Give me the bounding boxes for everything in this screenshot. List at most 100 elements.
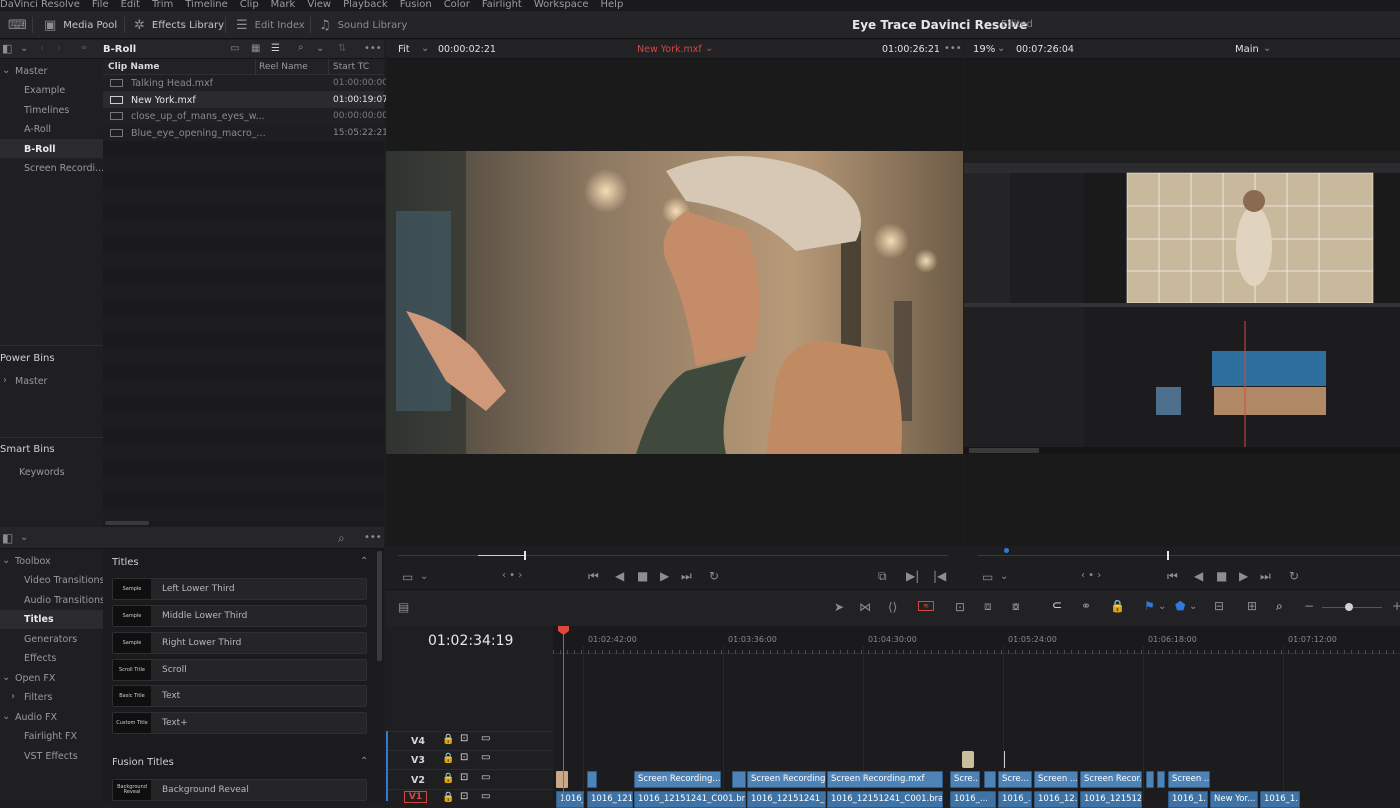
lock-icon[interactable]: 🔒 (442, 735, 454, 745)
v1-clip[interactable]: 1016_1... (1168, 791, 1208, 808)
title-item-right-lower-third[interactable]: Sample Right Lower Third (112, 632, 367, 654)
timeline-playhead[interactable] (1167, 551, 1169, 560)
fx-audio-transitions[interactable]: Audio Transitions (24, 595, 105, 606)
v2-clip[interactable] (732, 771, 746, 788)
fx-effects[interactable]: Effects (24, 653, 56, 664)
custom-zoom-icon[interactable]: ⌕ (1276, 600, 1283, 612)
v2-clip[interactable]: Screen Recor... (1080, 771, 1142, 788)
power-bins-header[interactable]: Power Bins (0, 353, 55, 364)
play-icon[interactable]: ▶ (660, 570, 669, 582)
chevron-up-icon[interactable]: ⌃ (360, 557, 368, 567)
chevron-down-icon[interactable]: ⌄ (1189, 602, 1197, 612)
link-icon[interactable]: ⚭ (80, 44, 88, 54)
go-to-end-icon[interactable]: ⏭ (1260, 570, 1271, 582)
metadata-view-icon[interactable]: ▭ (230, 44, 239, 54)
v1-clip[interactable]: 1016_... (998, 791, 1032, 808)
timeline-scrubber[interactable] (978, 555, 1400, 556)
auto-select-icon[interactable]: ⊡ (460, 773, 468, 783)
title-item-text-plus[interactable]: Custom Title Text+ (112, 712, 367, 734)
bin-item-example[interactable]: Example (24, 85, 65, 96)
chevron-down-icon[interactable]: ⌄ (421, 44, 429, 54)
menu-item[interactable]: DaVinci Resolve (0, 0, 80, 11)
v2-clip[interactable] (1157, 771, 1165, 788)
panel-layout-icon[interactable]: ◧ (2, 43, 12, 54)
track-enable-icon[interactable]: ▭ (481, 734, 490, 744)
viewer-options-icon[interactable]: ▭ (402, 571, 413, 583)
v3-clip[interactable] (962, 751, 974, 768)
panel-layout-icon[interactable]: ◧ (2, 532, 13, 544)
play-icon[interactable]: ▶ (1239, 570, 1248, 582)
chevron-down-icon[interactable]: ⌄ (1000, 572, 1008, 582)
more-options-icon[interactable]: ••• (364, 44, 382, 54)
more-options-icon[interactable]: ••• (944, 44, 962, 54)
menu-item[interactable]: Fusion (400, 0, 432, 11)
overwrite-clip-icon[interactable]: ⧈ (984, 600, 992, 612)
timeline-name[interactable]: Main (1235, 44, 1259, 55)
smart-bin-keywords[interactable]: Keywords (19, 467, 65, 478)
chevron-down-icon[interactable]: ⌄ (20, 44, 28, 54)
jog-wheel-icon[interactable]: ‹ • › (502, 571, 522, 581)
v2-clip[interactable]: Screen ... (1034, 771, 1078, 788)
sound-library-button[interactable]: ♫ Sound Library (319, 11, 407, 39)
v1-clip[interactable]: 1016_... (950, 791, 996, 808)
fx-vst-effects[interactable]: VST Effects (24, 751, 78, 762)
sort-icon[interactable]: ⇅ (338, 44, 346, 54)
zoom-in-icon[interactable]: + (1392, 600, 1400, 612)
toolbox-node[interactable]: Toolbox (15, 556, 51, 567)
lock-icon[interactable]: 🔒 (442, 793, 454, 803)
v2-clip[interactable]: Scre... (998, 771, 1032, 788)
fx-video-transitions[interactable]: Video Transitions (24, 575, 105, 586)
stop-icon[interactable]: ■ (1216, 570, 1227, 582)
play-reverse-icon[interactable]: ◀ (1194, 570, 1203, 582)
auto-select-icon[interactable]: ⊡ (460, 753, 468, 763)
fx-filters[interactable]: Filters (24, 692, 52, 703)
go-to-start-icon[interactable]: ⏮ (588, 570, 599, 582)
workspace-switch-button[interactable]: ⌨ (8, 11, 34, 39)
go-to-end-icon[interactable]: ⏭ (681, 570, 692, 582)
v2-clip[interactable] (556, 771, 568, 788)
stop-icon[interactable]: ■ (637, 570, 648, 582)
chevron-down-icon[interactable]: ⌄ (2, 712, 10, 722)
menu-item[interactable]: Color (444, 0, 470, 11)
replace-clip-icon[interactable]: ⧇ (1012, 600, 1020, 612)
loop-icon[interactable]: ↻ (709, 570, 719, 582)
menu-item[interactable]: Clip (240, 0, 259, 11)
auto-select-icon[interactable]: ⊡ (460, 734, 468, 744)
blade-icon[interactable]: ≋ (918, 601, 934, 611)
zoom-slider-handle[interactable] (1345, 603, 1353, 611)
menu-item[interactable]: Edit (121, 0, 140, 11)
open-fx-node[interactable]: Open FX (15, 673, 55, 684)
v2-clip[interactable]: Screen Recording... (747, 771, 826, 788)
fusion-title-background-reveal[interactable]: Background Reveal Background Reveal (112, 779, 367, 801)
source-playhead[interactable] (524, 551, 526, 560)
menu-item[interactable]: Playback (343, 0, 388, 11)
fx-fairlight-fx[interactable]: Fairlight FX (24, 731, 77, 742)
v1-clip[interactable]: 1016_ (556, 791, 584, 808)
timeline-view-options-icon[interactable]: ▤ (398, 601, 409, 613)
chevron-down-icon[interactable]: ⌄ (316, 44, 324, 54)
detail-zoom-icon[interactable]: ⊞ (1247, 600, 1257, 612)
mark-in-icon[interactable]: |◀ (933, 570, 946, 582)
v2-clip[interactable]: Screen ... (1168, 771, 1210, 788)
go-to-start-icon[interactable]: ⏮ (1167, 570, 1178, 582)
chevron-right-icon[interactable]: › (3, 376, 7, 386)
v2-clip[interactable] (587, 771, 597, 788)
v1-clip[interactable]: 1016_121... (587, 791, 633, 808)
title-item-scroll[interactable]: Scroll Title Scroll (112, 659, 367, 681)
search-icon[interactable]: ⌕ (298, 43, 304, 53)
dynamic-trim-icon[interactable]: ⟨⟩ (888, 601, 897, 613)
v2-clip[interactable]: Screen Recording.... (634, 771, 721, 788)
search-icon[interactable]: ⌕ (338, 532, 345, 544)
v1-clip[interactable]: New Yor... (1210, 791, 1258, 808)
media-pool-button[interactable]: ▣ Media Pool (44, 11, 117, 39)
back-icon[interactable]: ‹ (40, 44, 44, 54)
chevron-down-icon[interactable]: ⌄ (1158, 602, 1166, 612)
selection-arrow-icon[interactable]: ➤ (834, 601, 844, 613)
viewer-options-icon[interactable]: ▭ (982, 571, 993, 583)
power-bin-master[interactable]: Master (15, 376, 47, 387)
chevron-right-icon[interactable]: › (11, 692, 15, 702)
track-enable-icon[interactable]: ▭ (481, 773, 490, 783)
bin-item-a-roll[interactable]: A-Roll (24, 124, 51, 135)
chevron-down-icon[interactable]: ⌄ (2, 66, 10, 76)
v1-clip[interactable]: 1016_1... (1260, 791, 1300, 808)
